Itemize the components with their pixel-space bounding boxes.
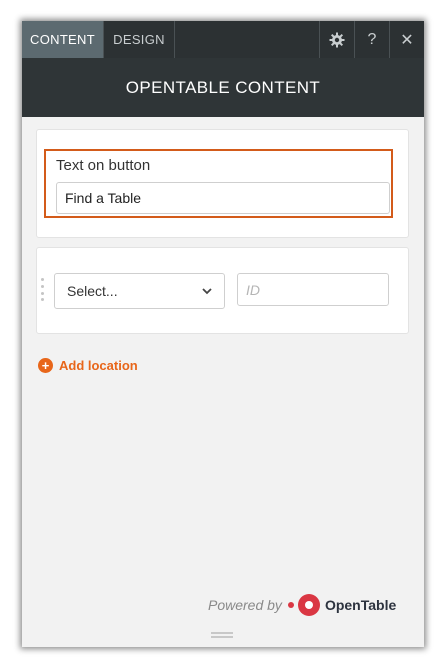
resize-grip-icon[interactable] <box>211 632 233 638</box>
opentable-dot-icon <box>287 602 294 608</box>
opentable-brand: OpenTable <box>324 597 397 613</box>
tab-design[interactable]: DESIGN <box>104 21 175 58</box>
location-card: Select... ID <box>36 247 409 334</box>
button-text-input[interactable]: Find a Table <box>56 182 390 214</box>
top-tab-bar: CONTENT DESIGN ? ✕ <box>22 21 424 58</box>
location-select[interactable]: Select... <box>54 273 225 309</box>
add-location-label: Add location <box>59 358 138 373</box>
close-icon: ✕ <box>400 31 414 49</box>
opentable-panel: CONTENT DESIGN ? ✕ OPENTABLE CONTENT Tex… <box>22 21 424 647</box>
settings-button[interactable] <box>319 21 354 58</box>
tab-bar-spacer <box>175 21 319 58</box>
close-button[interactable]: ✕ <box>389 21 424 58</box>
button-text-card: Text on button Find a Table <box>36 129 409 238</box>
help-button[interactable]: ? <box>354 21 389 58</box>
button-text-highlight: Text on button Find a Table <box>44 149 393 218</box>
plus-circle-icon: + <box>38 358 53 373</box>
drag-handle-icon[interactable] <box>41 278 47 302</box>
location-select-value: Select... <box>67 283 118 299</box>
id-input[interactable]: ID <box>237 273 389 306</box>
gear-icon <box>329 32 345 47</box>
tab-content[interactable]: CONTENT <box>22 21 104 58</box>
chevron-down-icon <box>202 287 212 294</box>
panel-title: OPENTABLE CONTENT <box>22 58 424 117</box>
button-text-label: Text on button <box>56 157 151 174</box>
powered-by: Powered by OpenTable <box>208 594 396 616</box>
add-location-button[interactable]: + Add location <box>38 358 138 373</box>
powered-by-text: Powered by <box>208 597 282 613</box>
opentable-logo-icon <box>297 594 320 616</box>
